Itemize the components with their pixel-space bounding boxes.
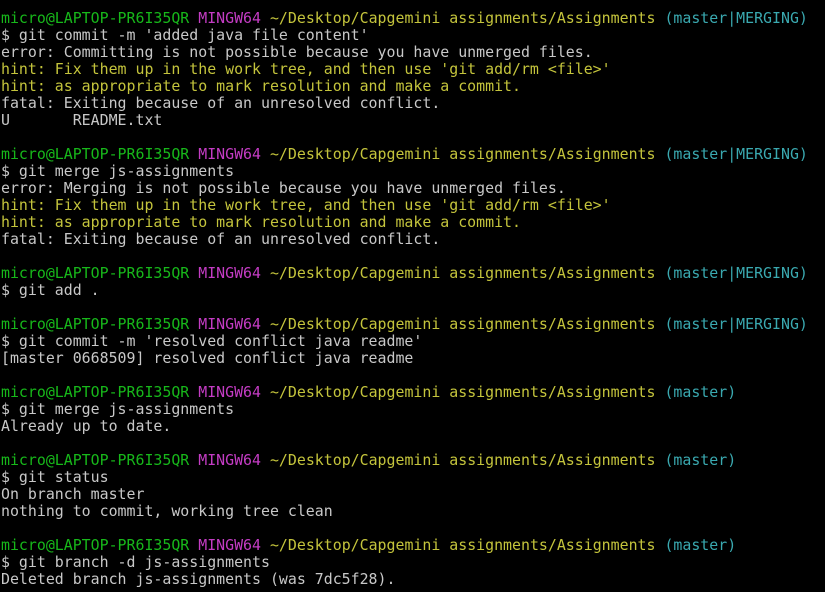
terminal-text: $ git branch -d js-assignments xyxy=(1,553,270,571)
terminal-text: error: Committing is not possible becaus… xyxy=(1,43,593,61)
prompt-branch: (master) xyxy=(664,536,737,554)
terminal-text: nothing to commit, working tree clean xyxy=(1,502,333,520)
prompt-line: micro@LAPTOP-PR6I35QR MINGW64 ~/Desktop/… xyxy=(1,265,825,282)
prompt-user-host: micro@LAPTOP-PR6I35QR xyxy=(1,536,190,554)
prompt-path: ~/Desktop/Capgemini assignments/Assignme… xyxy=(269,536,656,554)
terminal-text: [master 0668509] resolved conflict java … xyxy=(1,349,414,367)
prompt-path: ~/Desktop/Capgemini assignments/Assignme… xyxy=(269,451,656,469)
terminal-text: $ git commit -m 'resolved conflict java … xyxy=(1,332,423,350)
prompt-user-host: micro@LAPTOP-PR6I35QR xyxy=(1,145,190,163)
terminal-text: error: Merging is not possible because y… xyxy=(1,179,566,197)
prompt-line: micro@LAPTOP-PR6I35QR MINGW64 ~/Desktop/… xyxy=(1,10,825,27)
terminal-text: $ git add . xyxy=(1,281,100,299)
output-line: $ git merge js-assignments xyxy=(1,163,825,180)
terminal-text: $ git merge js-assignments xyxy=(1,400,235,418)
terminal-text: $ git merge js-assignments xyxy=(1,162,235,180)
prompt-branch: (master|MERGING) xyxy=(664,9,808,27)
output-line: $ git branch -d js-assignments xyxy=(1,554,825,571)
prompt-line: micro@LAPTOP-PR6I35QR MINGW64 ~/Desktop/… xyxy=(1,537,825,554)
prompt-system: MINGW64 xyxy=(198,315,261,333)
terminal-text: U README.txt xyxy=(1,111,163,129)
prompt-branch: (master|MERGING) xyxy=(664,315,808,333)
prompt-user-host: micro@LAPTOP-PR6I35QR xyxy=(1,9,190,27)
output-line: fatal: Exiting because of an unresolved … xyxy=(1,231,825,248)
terminal-text: fatal: Exiting because of an unresolved … xyxy=(1,94,441,112)
prompt-system: MINGW64 xyxy=(198,451,261,469)
prompt-line: micro@LAPTOP-PR6I35QR MINGW64 ~/Desktop/… xyxy=(1,452,825,469)
terminal-text: fatal: Exiting because of an unresolved … xyxy=(1,230,441,248)
output-line: nothing to commit, working tree clean xyxy=(1,503,825,520)
output-line: hint: Fix them up in the work tree, and … xyxy=(1,61,825,78)
prompt-user-host: micro@LAPTOP-PR6I35QR xyxy=(1,264,190,282)
prompt-user-host: micro@LAPTOP-PR6I35QR xyxy=(1,315,190,333)
prompt-system: MINGW64 xyxy=(198,145,261,163)
hint-text: hint: as appropriate to mark resolution … xyxy=(1,213,521,231)
prompt-branch: (master) xyxy=(664,451,737,469)
terminal-output[interactable]: micro@LAPTOP-PR6I35QR MINGW64 ~/Desktop/… xyxy=(0,0,825,588)
output-line: hint: as appropriate to mark resolution … xyxy=(1,78,825,95)
terminal-text: $ git status xyxy=(1,468,109,486)
hint-text: hint: Fix them up in the work tree, and … xyxy=(1,60,611,78)
output-line: error: Merging is not possible because y… xyxy=(1,180,825,197)
output-line: On branch master xyxy=(1,486,825,503)
terminal-text: Deleted branch js-assignments (was 7dc5f… xyxy=(1,570,396,588)
output-line: $ git status xyxy=(1,469,825,486)
prompt-system: MINGW64 xyxy=(198,9,261,27)
prompt-line: micro@LAPTOP-PR6I35QR MINGW64 ~/Desktop/… xyxy=(1,384,825,401)
prompt-branch: (master|MERGING) xyxy=(664,264,808,282)
hint-text: hint: as appropriate to mark resolution … xyxy=(1,77,521,95)
prompt-system: MINGW64 xyxy=(198,383,261,401)
prompt-path: ~/Desktop/Capgemini assignments/Assignme… xyxy=(269,383,656,401)
prompt-system: MINGW64 xyxy=(198,536,261,554)
prompt-user-host: micro@LAPTOP-PR6I35QR xyxy=(1,383,190,401)
terminal-text: On branch master xyxy=(1,485,145,503)
output-line: $ git add . xyxy=(1,282,825,299)
output-line: fatal: Exiting because of an unresolved … xyxy=(1,95,825,112)
output-line: $ git commit -m 'added java file content… xyxy=(1,27,825,44)
output-line: error: Committing is not possible becaus… xyxy=(1,44,825,61)
output-line: [master 0668509] resolved conflict java … xyxy=(1,350,825,367)
output-line: hint: as appropriate to mark resolution … xyxy=(1,214,825,231)
prompt-path: ~/Desktop/Capgemini assignments/Assignme… xyxy=(269,145,656,163)
terminal-text: Already up to date. xyxy=(1,417,172,435)
prompt-user-host: micro@LAPTOP-PR6I35QR xyxy=(1,451,190,469)
prompt-line: micro@LAPTOP-PR6I35QR MINGW64 ~/Desktop/… xyxy=(1,316,825,333)
output-line: U README.txt xyxy=(1,112,825,129)
prompt-path: ~/Desktop/Capgemini assignments/Assignme… xyxy=(269,264,656,282)
hint-text: hint: Fix them up in the work tree, and … xyxy=(1,196,611,214)
output-line: hint: Fix them up in the work tree, and … xyxy=(1,197,825,214)
output-line: $ git merge js-assignments xyxy=(1,401,825,418)
prompt-path: ~/Desktop/Capgemini assignments/Assignme… xyxy=(269,9,656,27)
prompt-branch: (master|MERGING) xyxy=(664,145,808,163)
prompt-branch: (master) xyxy=(664,383,737,401)
output-line: Already up to date. xyxy=(1,418,825,435)
output-line: Deleted branch js-assignments (was 7dc5f… xyxy=(1,571,825,588)
prompt-path: ~/Desktop/Capgemini assignments/Assignme… xyxy=(269,315,656,333)
output-line: $ git commit -m 'resolved conflict java … xyxy=(1,333,825,350)
prompt-line: micro@LAPTOP-PR6I35QR MINGW64 ~/Desktop/… xyxy=(1,146,825,163)
prompt-system: MINGW64 xyxy=(198,264,261,282)
terminal-text: $ git commit -m 'added java file content… xyxy=(1,26,369,44)
